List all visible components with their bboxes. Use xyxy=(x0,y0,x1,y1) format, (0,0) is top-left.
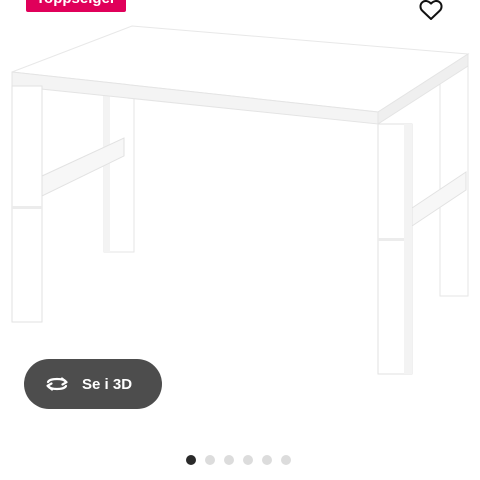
bestseller-badge: Toppselger xyxy=(26,0,126,12)
view-in-3d-label: Se i 3D xyxy=(82,375,133,393)
carousel-dot-1[interactable] xyxy=(186,455,196,465)
carousel-dots xyxy=(186,455,291,465)
carousel-dot-6[interactable] xyxy=(281,455,291,465)
favorite-button[interactable] xyxy=(414,0,448,26)
carousel-dot-4[interactable] xyxy=(243,455,253,465)
product-image-desk xyxy=(11,25,470,375)
desk-front-left-leg xyxy=(11,85,43,323)
carousel-dot-2[interactable] xyxy=(205,455,215,465)
carousel-dot-3[interactable] xyxy=(224,455,234,465)
heart-icon xyxy=(419,0,443,20)
product-gallery: Toppselger Se i 3D xyxy=(0,0,480,480)
rotate-3d-icon xyxy=(46,377,68,391)
view-in-3d-button[interactable]: Se i 3D xyxy=(24,359,162,409)
carousel-dot-5[interactable] xyxy=(262,455,272,465)
